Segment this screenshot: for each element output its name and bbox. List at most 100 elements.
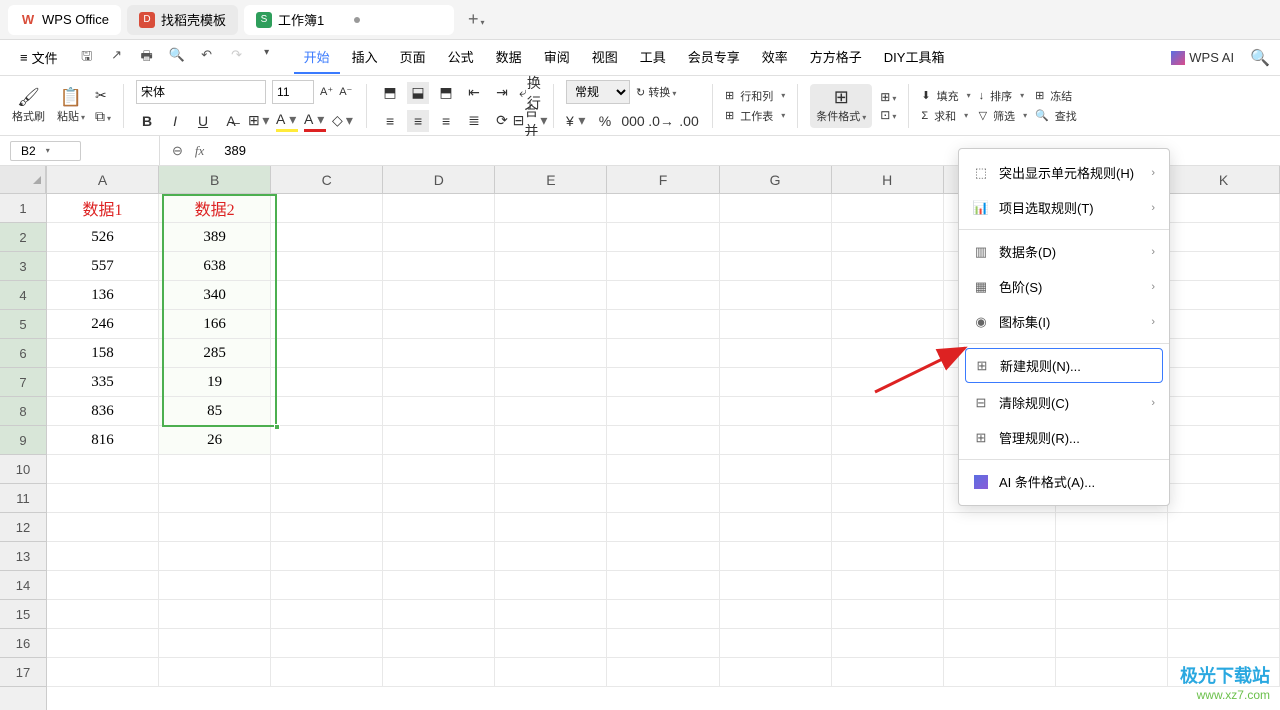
cell[interactable] — [607, 484, 719, 513]
cell[interactable] — [832, 600, 944, 629]
cell[interactable] — [1168, 484, 1280, 513]
cell[interactable] — [159, 455, 271, 484]
cell[interactable]: 246 — [47, 310, 159, 339]
cell[interactable] — [47, 658, 159, 687]
cell[interactable] — [271, 513, 383, 542]
print-icon[interactable]: 🖶 — [138, 47, 156, 69]
cell[interactable] — [271, 368, 383, 397]
dec-decimal-icon[interactable]: .00 — [678, 110, 700, 132]
decrease-font-icon[interactable]: A⁻ — [339, 85, 352, 98]
cell[interactable] — [832, 223, 944, 252]
cell[interactable] — [607, 339, 719, 368]
align-center-icon[interactable]: ≡ — [407, 110, 429, 132]
cell[interactable] — [1056, 629, 1168, 658]
col-header[interactable]: H — [832, 166, 944, 193]
cell[interactable] — [720, 629, 832, 658]
cell[interactable] — [383, 281, 495, 310]
cell[interactable]: 26 — [159, 426, 271, 455]
new-tab-button[interactable]: +▾ — [460, 5, 493, 34]
cell[interactable] — [720, 252, 832, 281]
cell[interactable]: 638 — [159, 252, 271, 281]
cell[interactable] — [832, 571, 944, 600]
cell[interactable] — [1168, 600, 1280, 629]
cell[interactable] — [607, 600, 719, 629]
tab-data[interactable]: 数据 — [486, 41, 532, 74]
cell[interactable] — [47, 455, 159, 484]
indent-inc-icon[interactable]: ⇥ — [491, 82, 513, 104]
italic-icon[interactable]: I — [164, 110, 186, 132]
cell[interactable]: 389 — [159, 223, 271, 252]
cell[interactable] — [159, 484, 271, 513]
tab-start[interactable]: 开始 — [294, 41, 340, 74]
cell[interactable] — [271, 629, 383, 658]
conditional-format-button[interactable]: ⊞ 条件格式▾ — [810, 84, 872, 128]
cell[interactable] — [495, 629, 607, 658]
cell[interactable] — [383, 542, 495, 571]
cell[interactable] — [383, 513, 495, 542]
cancel-icon[interactable]: ⊖ — [172, 143, 183, 159]
table-style-icon[interactable]: ⊞▾ — [880, 90, 896, 104]
cell[interactable] — [607, 281, 719, 310]
cell[interactable] — [271, 339, 383, 368]
worksheet-button[interactable]: ⊞ 工作表▾ — [725, 108, 785, 124]
cell[interactable] — [271, 252, 383, 281]
menu-data-bars[interactable]: ▥ 数据条(D) › — [959, 234, 1169, 269]
menu-clear-rules[interactable]: ⊟ 清除规则(C) › — [959, 385, 1169, 420]
cell[interactable] — [383, 310, 495, 339]
cell[interactable] — [1168, 542, 1280, 571]
row-header[interactable]: 16 — [0, 629, 46, 658]
cell[interactable] — [383, 223, 495, 252]
cell[interactable] — [1168, 339, 1280, 368]
cell[interactable] — [944, 513, 1056, 542]
cell[interactable] — [383, 397, 495, 426]
cell[interactable] — [1168, 252, 1280, 281]
cell[interactable]: 340 — [159, 281, 271, 310]
convert-button[interactable]: ↻ 转换▾ — [636, 84, 676, 100]
cell[interactable] — [607, 658, 719, 687]
cell[interactable] — [944, 600, 1056, 629]
cell[interactable] — [832, 368, 944, 397]
cell[interactable] — [271, 484, 383, 513]
cell[interactable] — [832, 281, 944, 310]
cell[interactable] — [1168, 310, 1280, 339]
filter-button[interactable]: ▽ 筛选▾ — [979, 108, 1027, 124]
align-justify-icon[interactable]: ≣ — [463, 110, 485, 132]
cell[interactable] — [495, 397, 607, 426]
cell[interactable] — [720, 310, 832, 339]
row-header[interactable]: 6 — [0, 339, 46, 368]
cell[interactable] — [495, 542, 607, 571]
cell[interactable] — [159, 542, 271, 571]
col-header[interactable]: D — [383, 166, 495, 193]
cell[interactable] — [47, 542, 159, 571]
cell[interactable] — [383, 252, 495, 281]
row-header[interactable]: 11 — [0, 484, 46, 513]
fill-button[interactable]: ⬇ 填充▾ — [921, 88, 970, 104]
strike-icon[interactable]: A̶ — [220, 110, 242, 132]
cell[interactable] — [607, 310, 719, 339]
cell[interactable] — [607, 252, 719, 281]
cell[interactable] — [832, 542, 944, 571]
align-left-icon[interactable]: ≡ — [379, 110, 401, 132]
align-middle-icon[interactable]: ⬓ — [407, 82, 429, 104]
cell[interactable] — [607, 194, 719, 223]
cell[interactable]: 816 — [47, 426, 159, 455]
tab-tools[interactable]: 工具 — [630, 41, 676, 74]
inc-decimal-icon[interactable]: .0→ — [650, 110, 672, 132]
more-icon[interactable]: ▾ — [258, 47, 276, 69]
preview-icon[interactable]: 🔍 — [168, 47, 186, 69]
search-icon[interactable]: 🔍 — [1250, 48, 1270, 68]
border-icon[interactable]: ⊞▾ — [248, 110, 270, 132]
cell[interactable] — [159, 600, 271, 629]
cell[interactable] — [1168, 629, 1280, 658]
tab-insert[interactable]: 插入 — [342, 41, 388, 74]
cell[interactable]: 285 — [159, 339, 271, 368]
cell[interactable] — [720, 397, 832, 426]
cell[interactable] — [1168, 368, 1280, 397]
cell[interactable] — [383, 658, 495, 687]
cell[interactable]: 557 — [47, 252, 159, 281]
cell[interactable] — [383, 426, 495, 455]
tab-formula[interactable]: 公式 — [438, 41, 484, 74]
cell[interactable] — [495, 658, 607, 687]
cell[interactable] — [607, 397, 719, 426]
cell[interactable] — [832, 426, 944, 455]
